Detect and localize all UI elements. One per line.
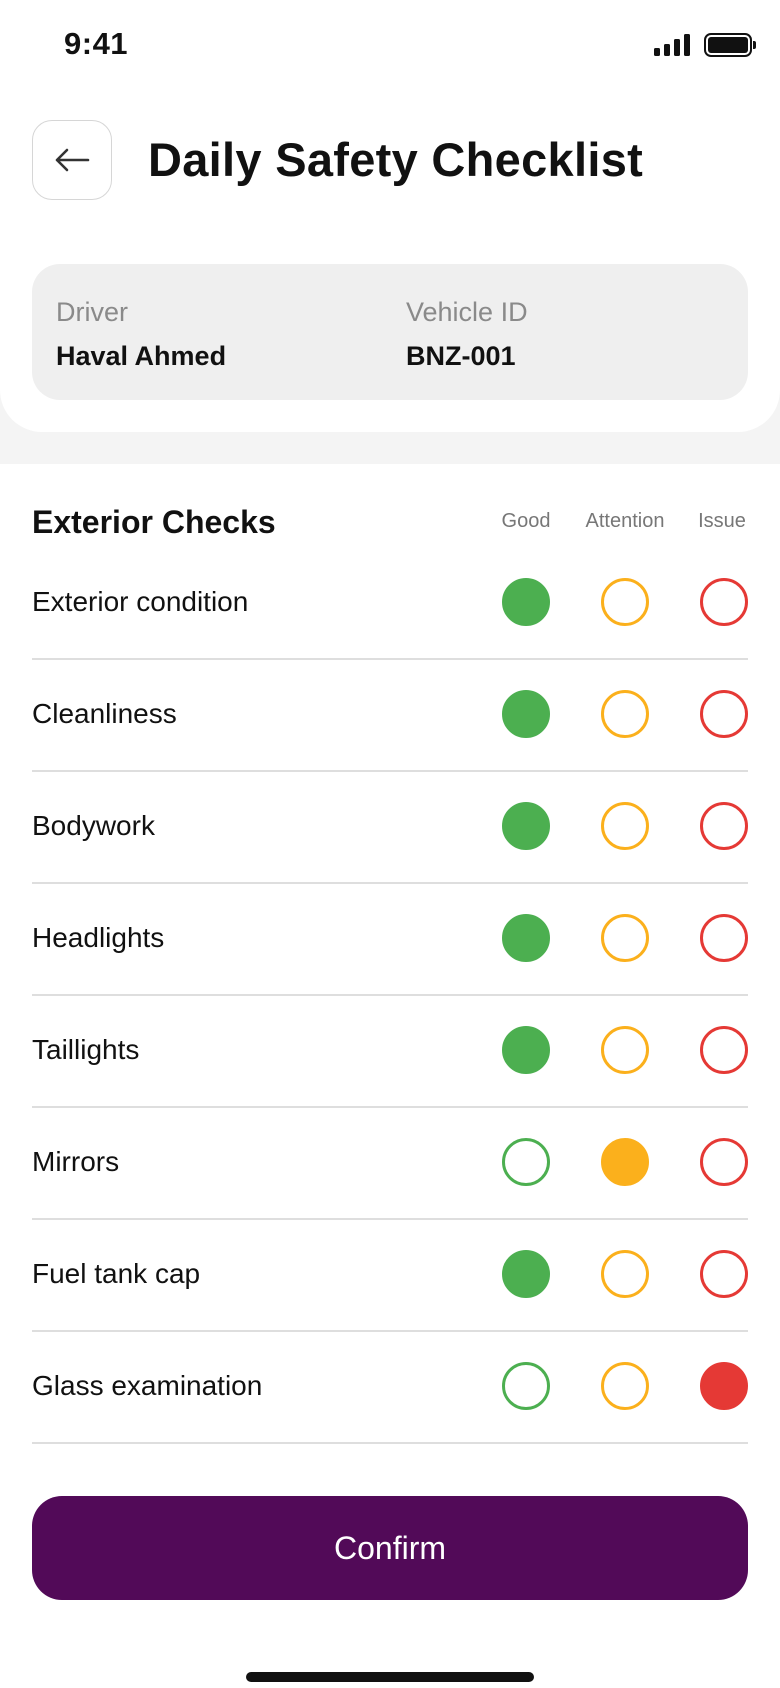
attention-radio[interactable] — [601, 914, 649, 962]
issue-radio[interactable] — [700, 914, 748, 962]
checklist-item-label: Bodywork — [32, 810, 155, 841]
attention-radio[interactable] — [601, 1362, 649, 1410]
arrow-left-icon — [55, 148, 90, 172]
confirm-button[interactable]: Confirm — [32, 1496, 748, 1600]
issue-radio[interactable] — [700, 1138, 748, 1186]
attention-radio[interactable] — [601, 690, 649, 738]
issue-radio[interactable] — [700, 578, 748, 626]
good-radio[interactable] — [502, 1026, 550, 1074]
attention-radio[interactable] — [601, 1026, 649, 1074]
good-radio[interactable] — [502, 1138, 550, 1186]
driver-label: Driver — [56, 297, 128, 327]
column-header-issue: Issue — [698, 510, 746, 532]
checklist-row: Fuel tank cap — [32, 1220, 748, 1332]
checklist-row: Cleanliness — [32, 660, 748, 772]
header-card: 9:41 Daily Safety Checklist Driver Haval… — [0, 0, 780, 432]
driver-info: Driver Haval Ahmed — [56, 294, 226, 374]
battery-icon — [704, 33, 756, 57]
checklist-item-label: Exterior condition — [32, 586, 249, 617]
signal-icon — [654, 34, 690, 56]
good-radio[interactable] — [502, 802, 550, 850]
checklist-item-label: Glass examination — [32, 1370, 263, 1401]
good-radio[interactable] — [502, 914, 550, 962]
attention-radio[interactable] — [601, 578, 649, 626]
issue-radio[interactable] — [700, 1250, 748, 1298]
checklist-item-label: Mirrors — [32, 1146, 120, 1177]
column-header-good: Good — [501, 510, 551, 532]
home-indicator — [246, 1672, 534, 1682]
back-button[interactable] — [32, 120, 112, 200]
good-radio[interactable] — [502, 1362, 550, 1410]
checklist-row: Glass examination — [32, 1332, 748, 1444]
issue-radio[interactable] — [700, 1026, 748, 1074]
checklist-rows: Exterior condition Cleanliness Bodywork Hea… — [32, 548, 748, 1444]
checklist-row: Taillights — [32, 996, 748, 1108]
checklist-item-label: Cleanliness — [32, 698, 177, 729]
checklist-row: Headlights — [32, 884, 748, 996]
column-header-attention: Attention — [585, 510, 665, 532]
section-title: Exterior Checks — [32, 504, 276, 540]
issue-radio[interactable] — [700, 802, 748, 850]
vehicle-value: BNZ-001 — [406, 341, 516, 371]
checklist-item-label: Fuel tank cap — [32, 1258, 201, 1289]
good-radio[interactable] — [502, 690, 550, 738]
checklist-item-label: Headlights — [32, 922, 165, 953]
checklist-row: Mirrors — [32, 1108, 748, 1220]
info-card: Driver Haval Ahmed Vehicle ID BNZ-001 — [32, 264, 748, 400]
issue-radio[interactable] — [700, 1362, 748, 1410]
status-icons — [654, 32, 756, 58]
vehicle-info: Vehicle ID BNZ-001 — [406, 294, 528, 374]
issue-radio[interactable] — [700, 690, 748, 738]
checklist-row: Exterior condition — [32, 548, 748, 660]
driver-value: Haval Ahmed — [56, 341, 227, 371]
vehicle-label: Vehicle ID — [406, 297, 528, 327]
attention-radio[interactable] — [601, 1250, 649, 1298]
status-time: 9:41 — [64, 26, 129, 61]
good-radio[interactable] — [502, 578, 550, 626]
attention-radio[interactable] — [601, 802, 649, 850]
page-title: Daily Safety Checklist — [148, 133, 644, 186]
attention-radio[interactable] — [601, 1138, 649, 1186]
checklist-row: Bodywork — [32, 772, 748, 884]
checklist-item-label: Taillights — [32, 1034, 140, 1065]
good-radio[interactable] — [502, 1250, 550, 1298]
